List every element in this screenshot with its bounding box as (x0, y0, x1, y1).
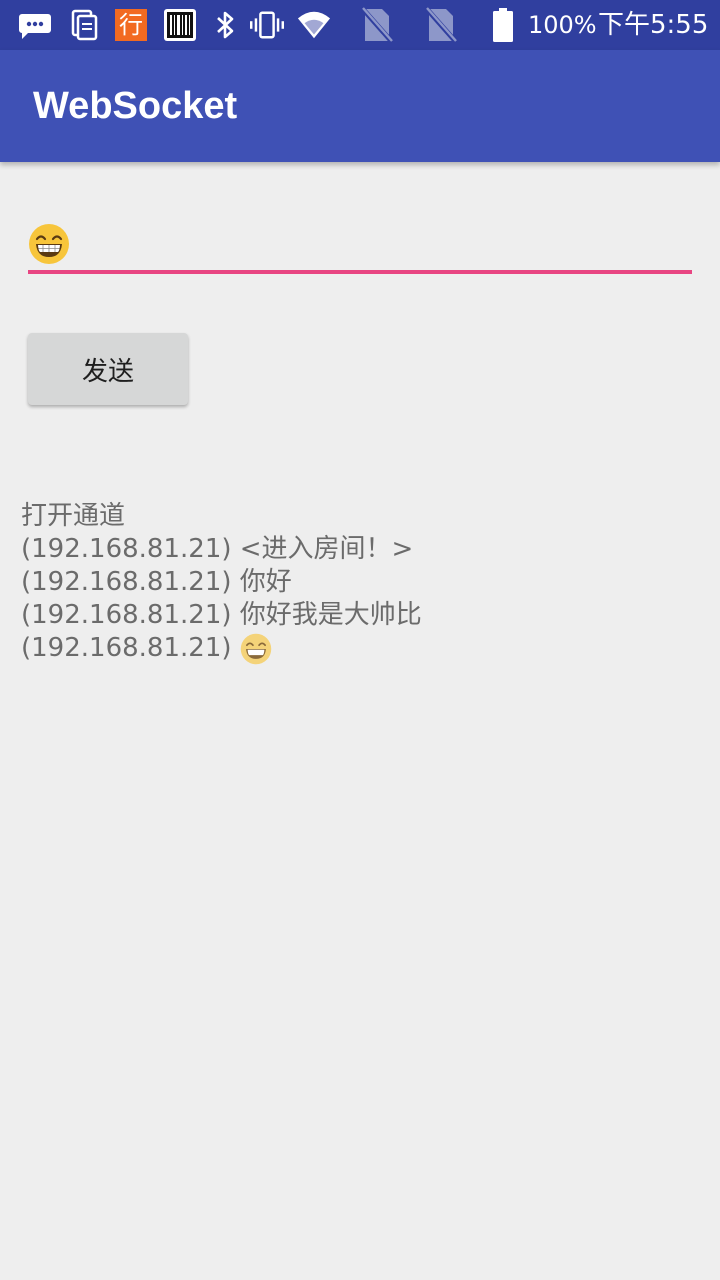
log-line-text: (192.168.81.21) (21, 633, 232, 663)
no-sim-icon (360, 7, 394, 43)
bluetooth-icon (209, 8, 243, 42)
status-time: 下午5:55 (598, 10, 709, 40)
log-line: (192.168.81.21) <进入房间！> (21, 533, 701, 566)
app-title: WebSocket (33, 85, 238, 127)
app-badge-label: 行 (115, 9, 147, 41)
grinning-emoji-icon (29, 224, 69, 264)
log-line-text: (192.168.81.21) 你好我是大帅比 (21, 600, 422, 630)
screen: 行 100% 下午5:55 WebSocket 发送 打开通道 (192.168… (0, 0, 720, 1280)
log-line: (192.168.81.21) (21, 632, 701, 665)
grinning-emoji-icon (240, 633, 271, 664)
log-line: 打开通道 (21, 500, 701, 533)
status-bar: 行 100% 下午5:55 (0, 0, 720, 50)
vibrate-icon (250, 8, 284, 42)
barcode-icon (163, 8, 197, 42)
send-button[interactable]: 发送 (28, 333, 188, 405)
wifi-icon (297, 8, 331, 42)
log-line: (192.168.81.21) 你好我是大帅比 (21, 599, 701, 632)
message-log: 打开通道 (192.168.81.21) <进入房间！> (192.168.81… (21, 500, 701, 665)
message-input[interactable] (28, 220, 692, 274)
log-line-text: 打开通道 (21, 501, 126, 531)
log-line-text: (192.168.81.21) 你好 (21, 567, 292, 597)
no-sim-icon (424, 7, 458, 43)
battery-percent: 100% (528, 11, 597, 39)
app-bar: WebSocket (0, 50, 720, 162)
log-line: (192.168.81.21) 你好 (21, 566, 701, 599)
battery-icon (486, 8, 520, 42)
app-badge-icon: 行 (114, 8, 148, 42)
documents-icon (67, 8, 101, 42)
chat-bubble-icon (18, 8, 52, 42)
log-line-text: (192.168.81.21) <进入房间！> (21, 534, 414, 564)
